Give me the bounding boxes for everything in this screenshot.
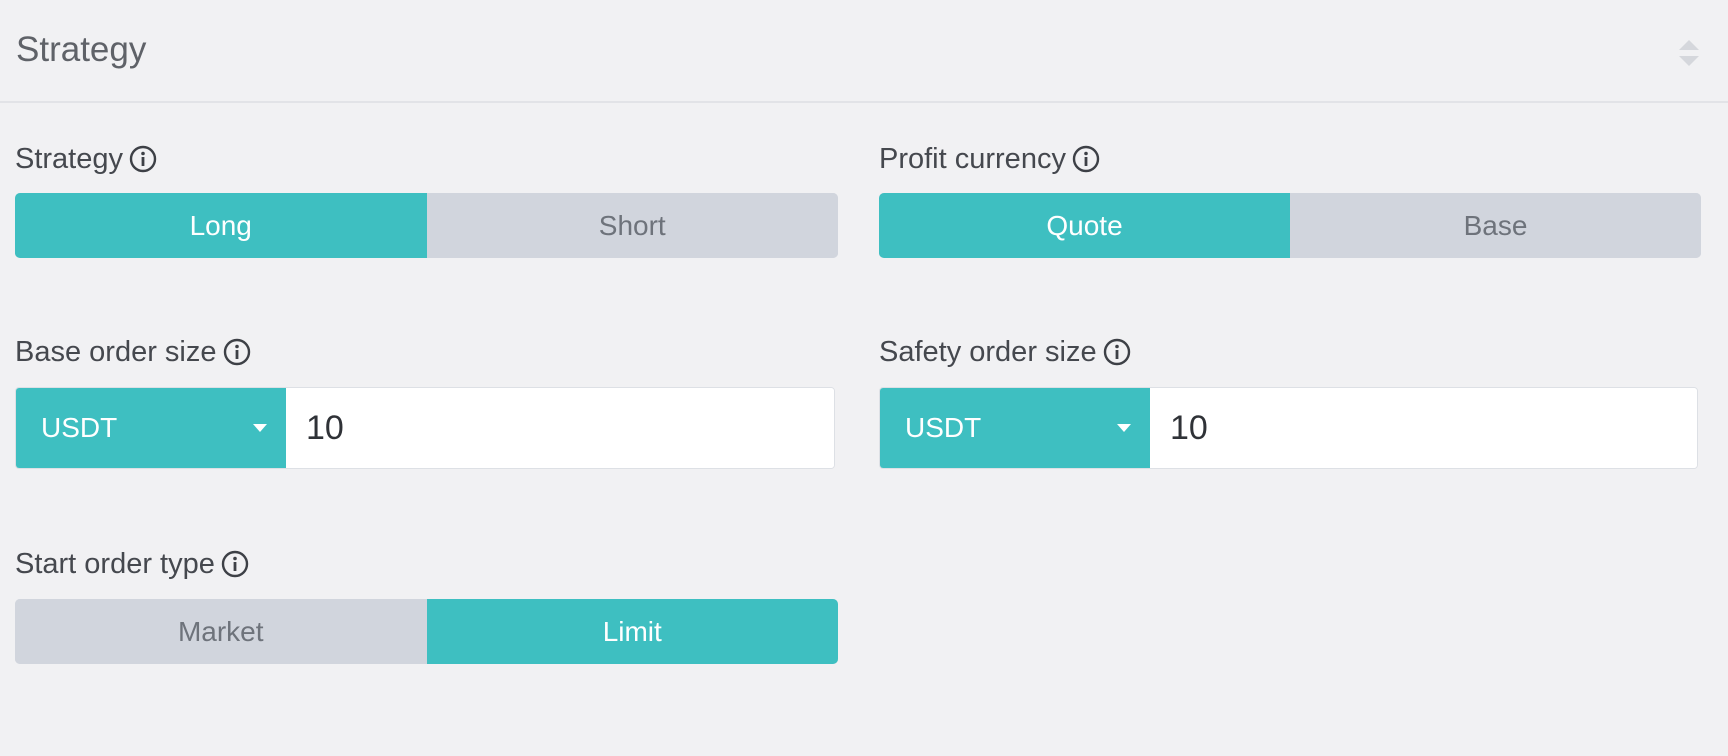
strategy-toggle: Long Short [15, 193, 838, 258]
strategy-label: Strategy [15, 143, 157, 175]
info-icon[interactable] [1103, 338, 1131, 366]
profit-currency-toggle: Quote Base [879, 193, 1701, 258]
base-order-size-label-text: Base order size [15, 336, 217, 368]
profit-currency-option-quote[interactable]: Quote [879, 193, 1290, 258]
strategy-panel: Strategy Strategy Long Short Profit curr… [0, 0, 1728, 756]
sort-icon[interactable] [1677, 38, 1701, 68]
base-order-currency-select[interactable]: USDT [16, 388, 286, 468]
caret-down-icon [1117, 424, 1131, 432]
strategy-label-text: Strategy [15, 143, 123, 175]
base-order-currency-value: USDT [41, 412, 118, 443]
safety-order-currency-select[interactable]: USDT [880, 388, 1150, 468]
start-order-type-label-text: Start order type [15, 548, 215, 580]
base-order-size-input[interactable] [286, 388, 834, 468]
start-order-type-label: Start order type [15, 548, 249, 580]
panel-title: Strategy [16, 30, 147, 69]
panel-header[interactable]: Strategy [0, 0, 1728, 103]
safety-order-size-label: Safety order size [879, 336, 1131, 368]
start-order-type-option-market[interactable]: Market [15, 599, 427, 664]
safety-order-size-input[interactable] [1150, 388, 1697, 468]
safety-order-size-label-text: Safety order size [879, 336, 1097, 368]
info-icon[interactable] [221, 550, 249, 578]
strategy-option-long[interactable]: Long [15, 193, 427, 258]
safety-order-size-group: USDT [879, 387, 1698, 469]
profit-currency-label-text: Profit currency [879, 143, 1066, 175]
profit-currency-label: Profit currency [879, 143, 1100, 175]
info-icon[interactable] [1072, 145, 1100, 173]
info-icon[interactable] [129, 145, 157, 173]
info-icon[interactable] [223, 338, 251, 366]
start-order-type-option-limit[interactable]: Limit [426, 599, 838, 664]
profit-currency-option-base[interactable]: Base [1290, 193, 1701, 258]
base-order-size-label: Base order size [15, 336, 251, 368]
base-order-size-group: USDT [15, 387, 835, 469]
caret-down-icon [253, 424, 267, 432]
safety-order-currency-value: USDT [905, 412, 982, 443]
start-order-type-toggle: Market Limit [15, 599, 838, 664]
strategy-option-short[interactable]: Short [426, 193, 838, 258]
